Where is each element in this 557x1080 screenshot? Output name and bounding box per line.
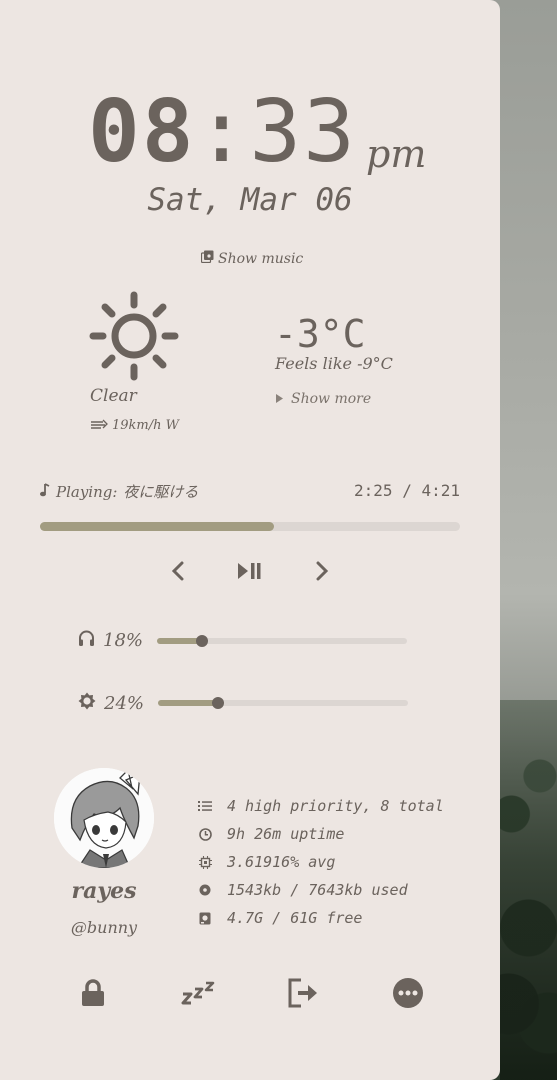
headphones-icon bbox=[78, 630, 95, 651]
logout-button[interactable] bbox=[283, 975, 323, 1011]
play-pause-button[interactable] bbox=[236, 557, 264, 585]
logout-icon bbox=[288, 978, 317, 1008]
wind-speed: 19km/h W bbox=[112, 418, 179, 433]
brightness-slider-fill bbox=[158, 700, 218, 706]
brightness-icon bbox=[78, 692, 96, 714]
username: rayes bbox=[71, 878, 137, 904]
previous-button[interactable] bbox=[164, 557, 192, 585]
system-stats: 4 high priority, 8 total 9h 26m uptime 3… bbox=[198, 792, 444, 932]
stat-memory: 1543kb / 7643kb used bbox=[198, 876, 444, 904]
stat-disk: 4.7G / 61G free bbox=[198, 904, 444, 932]
stat-uptime: 9h 26m uptime bbox=[198, 820, 444, 848]
power-menu bbox=[0, 975, 500, 1011]
clock-hours: 08 bbox=[88, 82, 196, 182]
volume-label: 18% bbox=[103, 630, 144, 651]
clock: 08:33 bbox=[88, 82, 357, 182]
play-pause-icon bbox=[238, 563, 261, 579]
brightness-slider-knob[interactable] bbox=[212, 697, 224, 709]
weather-condition: Clear bbox=[90, 386, 137, 406]
avatar bbox=[54, 768, 154, 868]
show-more-button[interactable]: Show more bbox=[276, 391, 371, 407]
playing-label: Playing: bbox=[56, 482, 118, 501]
show-music-button[interactable]: Show music bbox=[200, 250, 304, 267]
wallpaper-trees bbox=[500, 700, 557, 1080]
list-icon bbox=[198, 799, 212, 813]
now-playing: Playing: 夜に駆ける bbox=[40, 481, 198, 502]
temperature: -3°C bbox=[274, 312, 366, 356]
sleep-zzz-icon bbox=[181, 981, 214, 1005]
clock-icon bbox=[198, 827, 212, 841]
chevron-left-icon bbox=[171, 561, 184, 581]
show-more-label: Show more bbox=[291, 391, 372, 407]
track-progress-bar[interactable] bbox=[40, 522, 460, 531]
music-library-icon bbox=[200, 250, 214, 267]
user-handle: @bunny bbox=[70, 918, 138, 937]
volume-row: 18% bbox=[78, 630, 407, 651]
stat-disk-text: 4.7G / 61G free bbox=[227, 909, 363, 927]
wind-icon bbox=[90, 418, 108, 433]
show-music-label: Show music bbox=[218, 250, 304, 267]
brightness-row: 24% bbox=[78, 692, 408, 714]
brightness-label: 24% bbox=[104, 692, 145, 714]
lock-button[interactable] bbox=[73, 975, 113, 1011]
brightness-slider[interactable] bbox=[158, 697, 408, 709]
disk-icon bbox=[198, 911, 212, 925]
track-time: 2:25 / 4:21 bbox=[354, 481, 460, 500]
stat-tasks: 4 high priority, 8 total bbox=[198, 792, 444, 820]
stat-memory-text: 1543kb / 7643kb used bbox=[227, 881, 408, 899]
chevron-right-icon bbox=[316, 561, 329, 581]
clock-separator: : bbox=[195, 82, 250, 182]
music-note-icon bbox=[40, 482, 50, 501]
track-progress-fill bbox=[40, 522, 274, 531]
stat-uptime-text: 9h 26m uptime bbox=[227, 825, 345, 843]
sleep-button[interactable] bbox=[178, 975, 218, 1011]
cpu-icon bbox=[198, 855, 212, 869]
volume-slider-knob[interactable] bbox=[196, 634, 208, 647]
volume-slider[interactable] bbox=[157, 634, 407, 647]
memory-icon bbox=[198, 883, 212, 897]
stat-cpu: 3.61916% avg bbox=[198, 848, 444, 876]
more-options-button[interactable] bbox=[388, 975, 428, 1011]
stat-tasks-text: 4 high priority, 8 total bbox=[227, 797, 444, 815]
lock-icon bbox=[81, 979, 104, 1006]
feels-like: Feels like -9°C bbox=[275, 354, 393, 373]
track-title: 夜に駆ける bbox=[123, 483, 199, 501]
more-horizontal-icon bbox=[392, 978, 423, 1008]
caret-right-icon bbox=[276, 391, 283, 407]
clock-ampm: pm bbox=[366, 132, 427, 176]
weather-wind: 19km/h W bbox=[90, 418, 179, 433]
date-label: Sat, Mar 06 bbox=[147, 182, 353, 218]
sun-icon bbox=[89, 291, 179, 381]
player-controls bbox=[0, 557, 500, 585]
stat-cpu-text: 3.61916% avg bbox=[227, 853, 336, 871]
dashboard-panel: 08:33 pm Sat, Mar 06 Show music Clear 19… bbox=[0, 0, 500, 1080]
clock-minutes: 33 bbox=[249, 82, 357, 182]
next-button[interactable] bbox=[308, 557, 336, 585]
